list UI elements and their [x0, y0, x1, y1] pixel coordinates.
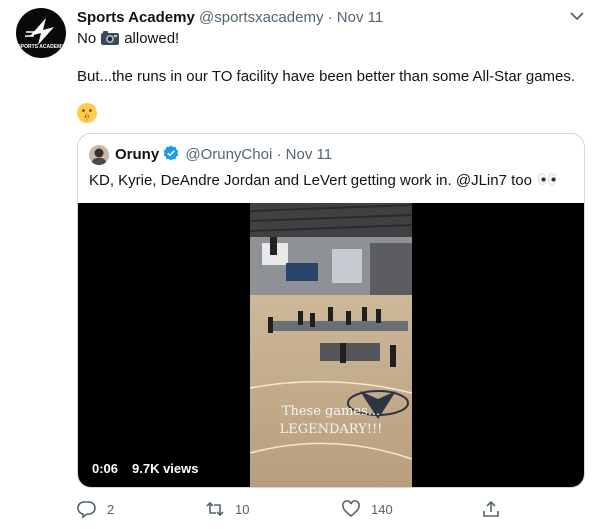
author-handle[interactable]: @sportsxacademy: [199, 9, 323, 26]
tweet-text-line1: No allowed!: [77, 29, 179, 49]
chevron-down-icon: [570, 12, 584, 21]
heart-icon: [342, 500, 360, 518]
quoted-separator: ·: [276, 146, 282, 163]
reply-button[interactable]: 2: [77, 499, 114, 519]
video-time: 0:06: [92, 461, 119, 476]
reply-icon: [77, 501, 96, 519]
quoted-avatar[interactable]: [89, 145, 109, 165]
author-avatar[interactable]: SPORTS ACADEMY: [16, 8, 66, 58]
like-count: 140: [371, 501, 393, 517]
header-separator: ·: [327, 9, 333, 26]
quoted-header: Oruny @OrunyChoi · Nov 11: [115, 145, 332, 165]
text-no: No: [77, 30, 97, 47]
more-options-button[interactable]: [565, 6, 589, 26]
share-button[interactable]: [481, 499, 501, 519]
video-player[interactable]: These games... LEGENDARY!!! 0:06 9.7K vi…: [78, 203, 584, 487]
overlay-line2: LEGENDARY!!!: [280, 422, 383, 437]
camera-emoji: [100, 30, 120, 46]
verified-badge-icon: [163, 145, 179, 161]
tweet-header: Sports Academy @sportsxacademy · Nov 11: [77, 8, 383, 28]
retweet-button[interactable]: 10: [205, 499, 249, 519]
tweet-text-body: But...the runs in our TO facility have b…: [77, 68, 576, 85]
tweet-date[interactable]: Nov 11: [337, 9, 383, 26]
svg-text:SPORTS ACADEMY: SPORTS ACADEMY: [17, 44, 65, 50]
quoted-text-body: KD, Kyrie, DeAndre Jordan and LeVert get…: [89, 172, 532, 189]
author-name[interactable]: Sports Academy: [77, 9, 195, 26]
text-allowed: allowed!: [124, 30, 180, 47]
quoted-author-name[interactable]: Oruny: [115, 146, 159, 163]
video-views: 9.7K views: [132, 461, 199, 476]
quoted-handle[interactable]: @OrunyChoi: [185, 146, 272, 163]
overlay-line1: These games...: [282, 404, 380, 419]
video-frame: These games... LEGENDARY!!!: [250, 203, 412, 487]
quoted-tweet[interactable]: Oruny @OrunyChoi · Nov 11 KD, Kyrie, DeA…: [77, 133, 585, 488]
action-bar: 2 10 140: [77, 499, 517, 521]
share-icon: [483, 500, 499, 517]
sports-academy-logo: SPORTS ACADEMY: [17, 18, 65, 50]
eyes-emoji: [536, 172, 558, 189]
reply-count: 2: [107, 501, 115, 517]
quoted-date[interactable]: Nov 11: [286, 146, 332, 163]
like-button[interactable]: 140: [341, 499, 393, 519]
shushing-face-emoji: [76, 102, 98, 124]
quoted-text: KD, Kyrie, DeAndre Jordan and LeVert get…: [89, 171, 558, 191]
retweet-icon: [206, 501, 224, 517]
retweet-count: 10: [235, 501, 250, 517]
